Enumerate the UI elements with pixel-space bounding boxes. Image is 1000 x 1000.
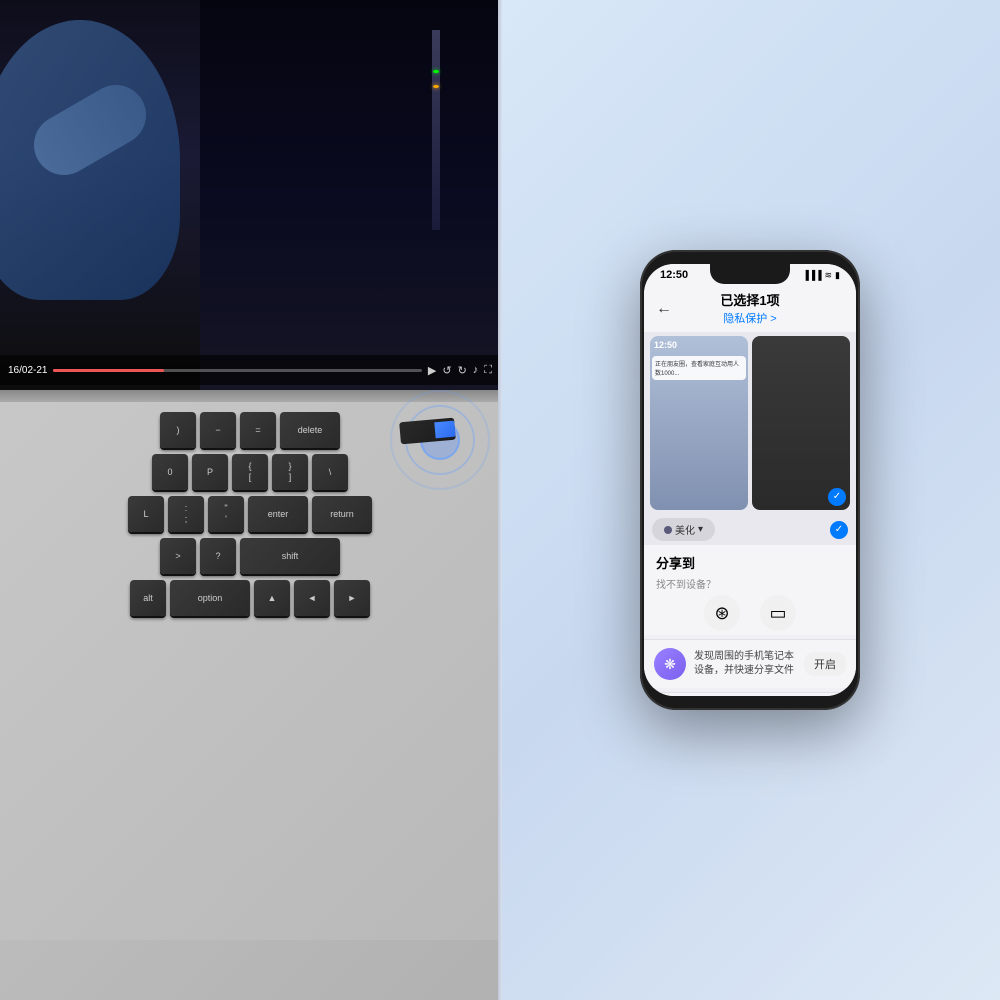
share-icons: ⊛ ▭ — [656, 595, 844, 631]
night-scene — [200, 0, 500, 390]
key-l[interactable]: L — [128, 496, 164, 532]
app-icons-row: 💬 微信 🌸 相册 ✉ 信息与收件箱 🖨 打印 — [644, 692, 856, 696]
key-gt[interactable]: > — [160, 538, 196, 574]
forward-icon[interactable]: ↻ — [458, 364, 467, 377]
back-button[interactable]: ← — [656, 300, 672, 318]
screenshot-1[interactable]: 12:50 正在朋友圈，查看家庭互动用人数1000... — [650, 336, 748, 510]
discovery-section: ❋ 发现周围的手机笔记本设备，并快速分享文件 开启 — [644, 639, 856, 688]
laptop-screen: 16/02-21 ▶ ↺ ↻ ♪ ⛶ — [0, 0, 500, 390]
video-progress-bar[interactable] — [53, 369, 421, 372]
discovery-row: ❋ 发现周围的手机笔记本设备，并快速分享文件 开启 — [654, 648, 846, 680]
discovery-icon: ❋ — [654, 648, 686, 680]
status-icons: ▐▐▐ ≋ ▮ — [802, 270, 840, 281]
key-question[interactable]: ? — [200, 538, 236, 574]
key-up-arrow[interactable]: ▲ — [254, 580, 290, 616]
video-player[interactable]: 16/02-21 ▶ ↺ ↻ ♪ ⛶ — [0, 0, 500, 390]
key-quote[interactable]: "' — [208, 496, 244, 532]
laptop-panel: 16/02-21 ▶ ↺ ↻ ♪ ⛶ ) — [0, 0, 500, 1000]
play-icon[interactable]: ▶ — [428, 364, 436, 377]
key-delete[interactable]: delete — [280, 412, 340, 448]
rewind-icon[interactable]: ↺ — [442, 364, 451, 377]
share-title: 分享到 — [656, 553, 844, 572]
key-left-arrow[interactable]: ◄ — [294, 580, 330, 616]
key-enter[interactable]: enter — [248, 496, 308, 532]
signal-icon: ▐▐▐ — [802, 270, 821, 281]
usb-blue-tip — [434, 421, 455, 439]
action-bar: 美化 ▾ ✓ — [644, 514, 856, 545]
phone-screen: 12:50 ▐▐▐ ≋ ▮ ← 已选择1项 隐私保护 > — [644, 264, 856, 696]
panel-divider — [498, 0, 502, 1000]
key-row-3: L :; "' enter return — [0, 496, 500, 532]
phone-panel: 12:50 ▐▐▐ ≋ ▮ ← 已选择1项 隐私保护 > — [500, 0, 1000, 1000]
key-alt[interactable]: alt — [130, 580, 166, 616]
beautify-dot — [664, 526, 672, 534]
key-shift[interactable]: shift — [240, 538, 340, 574]
key-minus[interactable]: − — [200, 412, 236, 448]
key-option[interactable]: option — [170, 580, 250, 616]
screenshots-grid: 12:50 正在朋友圈，查看家庭互动用人数1000... — [644, 332, 856, 514]
status-time: 12:50 — [660, 269, 688, 281]
tower — [432, 30, 440, 230]
video-timestamp: 16/02-21 — [8, 365, 47, 376]
check-icon: ✓ — [835, 524, 843, 535]
key-semicolon[interactable]: :; — [168, 496, 204, 532]
key-open-brace[interactable]: {[ — [232, 454, 268, 490]
phone-notch — [710, 264, 790, 284]
key-close-brace[interactable]: }] — [272, 454, 308, 490]
screenshot-1-time: 12:50 — [654, 340, 677, 350]
speaker-icon[interactable]: ♪ — [473, 364, 479, 376]
screenshot-2-bg — [752, 336, 850, 510]
key-0[interactable]: 0 — [152, 454, 188, 490]
share-screen-icon[interactable]: ▭ — [760, 595, 796, 631]
app-subtitle[interactable]: 隐私保护 > — [656, 310, 844, 326]
phone-device: 12:50 ▐▐▐ ≋ ▮ ← 已选择1项 隐私保护 > — [640, 250, 860, 710]
tower-light-orange — [433, 85, 439, 88]
key-right-arrow[interactable]: ► — [334, 580, 370, 616]
key-return[interactable]: return — [312, 496, 372, 532]
share-subtitle: 找不到设备？ — [656, 576, 844, 591]
main-scene: 16/02-21 ▶ ↺ ↻ ♪ ⛶ ) — [0, 0, 1000, 1000]
video-controls[interactable]: 16/02-21 ▶ ↺ ↻ ♪ ⛶ — [0, 355, 500, 385]
key-row-5: alt option ▲ ◄ ► — [0, 580, 500, 616]
app-header: ← 已选择1项 隐私保护 > — [644, 286, 856, 332]
app-title: 已选择1项 — [656, 290, 844, 309]
key-close-paren[interactable]: ) — [160, 412, 196, 448]
video-progress-fill — [53, 369, 164, 372]
beautify-expand-icon: ▾ — [698, 524, 703, 535]
battery-icon: ▮ — [835, 270, 840, 281]
key-equals[interactable]: = — [240, 412, 276, 448]
key-row-4: > ? shift — [0, 538, 500, 574]
screenshot-1-notification: 正在朋友圈，查看家庭互动用人数1000... — [652, 356, 746, 380]
screenshot-2[interactable] — [752, 336, 850, 510]
beautify-label: 美化 — [675, 522, 695, 537]
tower-light-green — [433, 70, 439, 73]
beautify-button[interactable]: 美化 ▾ — [652, 518, 715, 541]
fullscreen-icon[interactable]: ⛶ — [484, 364, 492, 377]
discovery-open-button[interactable]: 开启 — [804, 652, 846, 676]
confirm-button[interactable]: ✓ — [830, 521, 848, 539]
share-section: 分享到 找不到设备？ ⊛ ▭ — [644, 545, 856, 635]
key-p[interactable]: P — [192, 454, 228, 490]
key-backslash[interactable]: \ — [312, 454, 348, 490]
share-wifi-icon[interactable]: ⊛ — [704, 595, 740, 631]
discovery-text: 发现周围的手机笔记本设备，并快速分享文件 — [694, 650, 796, 678]
wifi-status-icon: ≋ — [825, 270, 833, 281]
